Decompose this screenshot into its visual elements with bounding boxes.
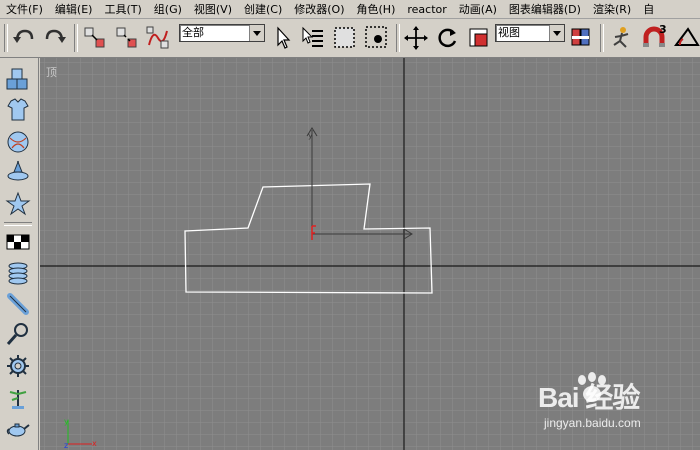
menu-customize[interactable]: 自 xyxy=(637,1,660,17)
unlink-icon xyxy=(116,27,137,48)
redo-icon xyxy=(45,29,66,43)
menu-group[interactable]: 组(G) xyxy=(148,1,188,17)
manipulate-button[interactable] xyxy=(606,23,636,53)
chevron-down-icon xyxy=(549,25,564,41)
modifier-checker-button[interactable] xyxy=(4,228,32,256)
rectangle-selection-icon xyxy=(334,27,355,48)
select-object-button[interactable] xyxy=(268,23,298,53)
bind-to-space-warp-button[interactable] xyxy=(143,23,173,53)
redo-button[interactable] xyxy=(40,23,70,53)
angle-snap-button[interactable] xyxy=(672,23,700,53)
menu-character[interactable]: 角色(H) xyxy=(351,1,402,17)
left-toolbar-separator xyxy=(4,222,32,226)
baidu-jingyan-watermark: Bai 经验 jingyan.baidu.com xyxy=(538,372,698,442)
wrench-icon xyxy=(6,323,28,345)
select-and-scale-button[interactable] xyxy=(464,23,494,53)
svg-text:x: x xyxy=(92,439,97,448)
plant-icon xyxy=(9,390,27,409)
select-by-name-button[interactable] xyxy=(298,23,328,53)
svg-text:y: y xyxy=(308,131,313,140)
scale-icon xyxy=(469,28,488,47)
angle-snap-icon xyxy=(674,27,700,46)
system-tool-button[interactable] xyxy=(4,414,32,442)
menu-file[interactable]: 文件(F) xyxy=(0,1,49,17)
reference-coordinate-dropdown[interactable]: 视图 xyxy=(495,24,565,42)
manipulate-icon xyxy=(613,27,629,48)
menu-bar: 文件(F) 编辑(E) 工具(T) 组(G) 视图(V) 创建(C) 修改器(O… xyxy=(0,0,700,19)
toolbar-separator xyxy=(74,24,78,52)
menu-views[interactable]: 视图(V) xyxy=(188,1,238,17)
undo-icon xyxy=(13,29,34,43)
watermark-site: jingyan.baidu.com xyxy=(544,416,641,430)
teapot-icon xyxy=(6,423,30,437)
snaps-toggle-button[interactable]: 3 xyxy=(640,23,670,53)
select-and-link-button[interactable] xyxy=(80,23,110,53)
space-warp-icon xyxy=(146,26,169,49)
sphere-icon xyxy=(7,131,29,153)
pivot-center-icon xyxy=(571,28,590,46)
chevron-down-icon xyxy=(249,25,264,41)
menu-tools[interactable]: 工具(T) xyxy=(98,1,147,17)
reference-coordinate-value: 视图 xyxy=(498,26,520,39)
toolbar-separator xyxy=(396,24,400,52)
select-by-name-icon xyxy=(302,26,323,47)
svg-text:z: z xyxy=(64,441,68,450)
select-and-move-button[interactable] xyxy=(401,23,431,53)
checker-icon xyxy=(6,234,30,250)
snap-dimension-label: 3 xyxy=(659,23,667,36)
undo-button[interactable] xyxy=(9,23,39,53)
link-icon xyxy=(84,27,105,48)
menu-animation[interactable]: 动画(A) xyxy=(453,1,503,17)
bone-icon xyxy=(7,293,29,315)
create-shapes-button[interactable] xyxy=(4,96,32,124)
cone-icon xyxy=(7,160,29,181)
window-crossing-button[interactable] xyxy=(362,23,392,53)
window-crossing-icon xyxy=(365,26,387,48)
watermark-brand: Bai 经验 xyxy=(538,382,640,413)
left-toolbar xyxy=(0,58,39,450)
move-icon xyxy=(404,26,428,50)
settings-button[interactable] xyxy=(4,352,32,380)
create-cone-button[interactable] xyxy=(4,158,32,186)
select-and-rotate-button[interactable] xyxy=(432,23,462,53)
viewport-label[interactable]: 顶 xyxy=(46,64,57,80)
menu-edit[interactable]: 编辑(E) xyxy=(49,1,99,17)
menu-create[interactable]: 创建(C) xyxy=(238,1,288,17)
rectangular-selection-button[interactable] xyxy=(330,23,360,53)
menu-modifiers[interactable]: 修改器(O) xyxy=(288,1,350,17)
menu-graph-editors[interactable]: 图表编辑器(D) xyxy=(503,1,587,17)
create-sphere-button[interactable] xyxy=(4,128,32,156)
stack-icon xyxy=(8,262,28,285)
unlink-selection-button[interactable] xyxy=(112,23,142,53)
star-icon xyxy=(5,191,31,216)
toolbar-separator xyxy=(4,24,8,52)
pivot-center-button[interactable] xyxy=(566,23,596,53)
menu-rendering[interactable]: 渲染(R) xyxy=(587,1,637,17)
selection-filter-value: 全部 xyxy=(182,26,204,39)
selection-filter-dropdown[interactable]: 全部 xyxy=(179,24,265,42)
rotate-icon xyxy=(438,28,457,48)
arrow-cursor-icon xyxy=(277,26,291,49)
space-warp-tool-button[interactable] xyxy=(4,384,32,412)
gear-icon xyxy=(7,355,29,377)
create-geometry-button[interactable] xyxy=(4,66,32,94)
bone-tool-button[interactable] xyxy=(4,290,32,318)
menu-reactor[interactable]: reactor xyxy=(401,3,452,16)
shirt-icon xyxy=(7,98,29,121)
main-toolbar: 全部 视图 3 xyxy=(0,19,700,58)
create-star-button[interactable] xyxy=(4,190,32,218)
boxes-icon xyxy=(6,68,28,90)
toolbar-separator xyxy=(600,24,604,52)
helper-tool-button[interactable] xyxy=(4,320,32,348)
svg-text:y: y xyxy=(64,417,69,426)
modifier-stack-button[interactable] xyxy=(4,258,32,286)
